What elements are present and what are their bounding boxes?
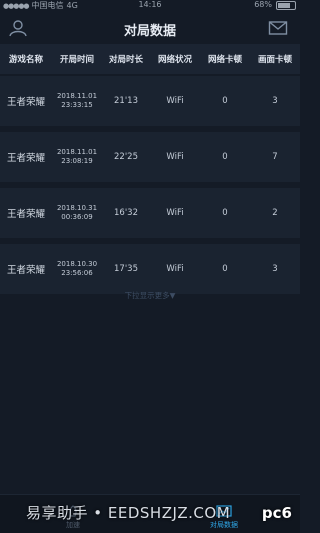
start-clock: 23:08:19: [61, 157, 93, 165]
status-bar: ●●●●● 中国电信 4G 14:16 68%: [0, 0, 300, 12]
duration: 22'25: [114, 152, 138, 162]
network-status: WiFi: [166, 264, 184, 274]
watermark-text: 易享助手 • EEDSHZJZ.COM: [26, 504, 231, 522]
header-duration: 对局时长: [108, 55, 143, 65]
start-time: 2018.10.30 23:56:06: [52, 260, 102, 278]
battery-icon: [276, 1, 296, 10]
header-frame-lag: 画面卡顿: [257, 55, 292, 65]
duration: 21'13: [114, 96, 138, 106]
app-screen: ●●●●● 中国电信 4G 14:16 68% 对局数据 游戏名称 开局时间 对…: [0, 0, 300, 533]
game-name: 王者荣耀: [6, 97, 45, 108]
frame-lag: 3: [272, 264, 278, 274]
table-row[interactable]: 王者荣耀 2018.11.01 23:08:19 22'25 WiFi 0 7: [0, 132, 300, 186]
start-date: 2018.11.01: [56, 92, 98, 100]
page-title: 对局数据: [123, 24, 176, 39]
network-status: WiFi: [166, 96, 184, 106]
start-clock: 23:33:15: [61, 101, 93, 109]
network-status: WiFi: [166, 208, 184, 218]
start-date: 2018.10.31: [56, 204, 98, 212]
header-start-time: 开局时间: [59, 55, 94, 65]
duration: 17'35: [114, 264, 138, 274]
network-lag: 0: [222, 208, 228, 218]
start-date: 2018.11.01: [56, 148, 98, 156]
header-network: 网络状况: [157, 55, 192, 65]
start-clock: 00:36:09: [61, 213, 93, 221]
game-name: 王者荣耀: [6, 209, 45, 220]
start-time: 2018.11.01 23:08:19: [52, 148, 102, 166]
frame-lag: 2: [272, 208, 278, 218]
table-row[interactable]: 王者荣耀 2018.10.31 00:36:09 16'32 WiFi 0 2: [0, 188, 300, 242]
table-row[interactable]: 王者荣耀 2018.11.01 23:33:15 21'13 WiFi 0 3: [0, 76, 300, 130]
frame-lag: 3: [272, 96, 278, 106]
game-name: 王者荣耀: [6, 265, 45, 276]
watermark-logo: pc6: [261, 504, 292, 522]
nav-bar: 对局数据: [0, 12, 300, 44]
network-status: WiFi: [166, 152, 184, 162]
mail-icon[interactable]: [268, 19, 288, 37]
match-list: 王者荣耀 2018.11.01 23:33:15 21'13 WiFi 0 3 …: [0, 76, 300, 300]
network-lag: 0: [222, 152, 228, 162]
start-time: 2018.11.01 23:33:15: [52, 92, 102, 110]
game-name: 王者荣耀: [6, 153, 45, 164]
start-clock: 23:56:06: [61, 269, 93, 277]
start-date: 2018.10.30: [56, 260, 98, 268]
header-game-name: 游戏名称: [8, 55, 43, 65]
network-lag: 0: [222, 264, 228, 274]
table-header: 游戏名称 开局时间 对局时长 网络状况 网络卡顿 画面卡顿: [0, 44, 300, 74]
load-more-hint[interactable]: 下拉显示更多▼: [0, 290, 300, 301]
header-network-lag: 网络卡顿: [207, 55, 242, 65]
duration: 16'32: [114, 208, 138, 218]
network-lag: 0: [222, 96, 228, 106]
start-time: 2018.10.31 00:36:09: [52, 204, 102, 222]
battery-percent: 68%: [254, 0, 272, 9]
frame-lag: 7: [272, 152, 278, 162]
